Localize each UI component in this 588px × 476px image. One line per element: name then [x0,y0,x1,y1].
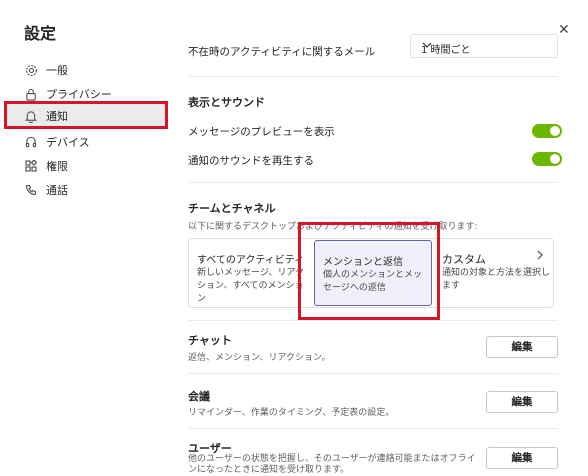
sidebar-item-devices[interactable]: デバイス [4,129,168,155]
chevron-down-icon [421,39,549,54]
divider [188,76,558,77]
divider [188,428,558,429]
mentions-highlight-box [298,222,440,320]
option-custom[interactable]: カスタム 通知の対象と方法を選択します [434,239,553,307]
option-title: カスタム [442,253,486,266]
notifications-highlight-box [4,101,168,129]
missed-activity-dropdown[interactable]: 1 時間ごと [410,34,558,58]
headset-icon [24,135,38,149]
teams-channels-heading: チームとチャネル [188,202,276,215]
option-title: すべてのアクティビティ [197,255,305,266]
users-edit-button[interactable]: 編集 [486,447,558,469]
users-desc: 他のユーザーの状態を把握し、そのユーザーが連絡可能またはオフラインになったときに… [188,454,476,475]
divider [188,373,558,374]
divider [188,182,558,183]
sidebar-item-label: 通話 [46,184,68,197]
lock-icon [24,87,38,101]
chat-edit-button[interactable]: 編集 [486,336,558,358]
sound-toggle[interactable] [532,152,562,166]
sidebar-item-label: デバイス [46,136,90,149]
settings-sidebar: 設定 一般 プライバシー 通知 デバイス 権限 通話 [0,0,178,476]
sidebar-item-calls[interactable]: 通話 [4,177,168,203]
chevron-right-icon [535,249,545,264]
sidebar-item-label: 権限 [46,160,68,173]
sidebar-item-label: プライバシー [46,88,112,101]
sidebar-item-label: 一般 [46,64,68,77]
meetings-heading: 会議 [188,390,210,403]
sidebar-item-general[interactable]: 一般 [4,57,168,83]
preview-toggle[interactable] [532,124,562,138]
display-sound-heading: 表示とサウンド [188,96,265,109]
preview-label: メッセージのプレビューを表示 [188,126,335,138]
toggle-knob [550,154,560,164]
toggle-knob [550,126,560,136]
chat-desc: 返信、メンション、リアクション。 [188,353,331,363]
settings-title: 設定 [24,24,57,43]
option-all-activity[interactable]: すべてのアクティビティ 新しいメッセージ、リアクション、すべてのメンション [189,239,313,307]
apps-icon [24,159,38,173]
chat-heading: チャット [188,334,232,347]
divider [188,320,558,321]
meetings-desc: リマインダー、作業のタイミング、予定表の設定。 [188,408,395,418]
option-desc: 新しいメッセージ、リアクション、すべてのメンション [197,268,305,304]
gear-icon [24,63,38,77]
missed-activity-label: 不在時のアクティビティに関するメール [188,46,376,58]
meetings-edit-button[interactable]: 編集 [486,391,558,413]
phone-icon [24,183,38,197]
sidebar-item-permissions[interactable]: 権限 [4,153,168,179]
sound-label: 通知のサウンドを再生する [188,155,314,167]
option-desc: 通知の対象と方法を選択します [442,268,551,291]
